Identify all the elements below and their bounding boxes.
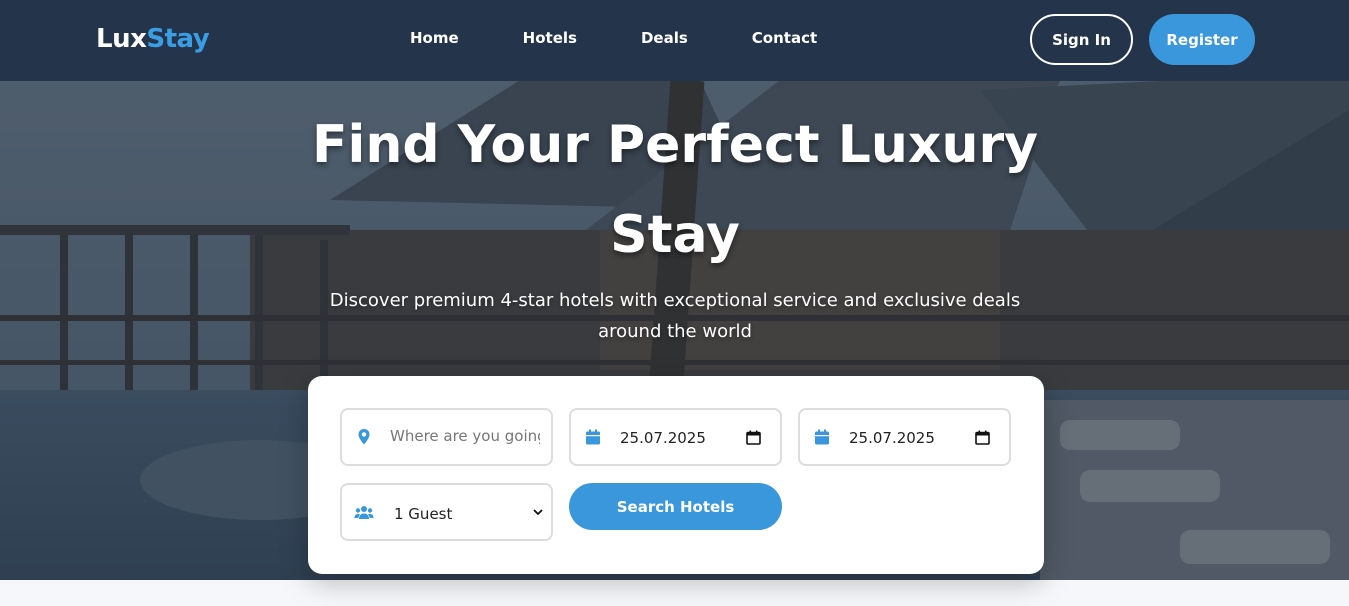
page-content-start: [0, 580, 1349, 606]
checkin-date-value: 25.07.2025: [620, 429, 706, 447]
destination-input[interactable]: [390, 427, 540, 445]
nav-link-hotels[interactable]: Hotels: [523, 29, 577, 47]
hero-subtitle: Discover premium 4-star hotels with exce…: [329, 290, 1021, 342]
hero-title: Find Your Perfect Luxury Stay: [311, 115, 1039, 265]
top-navbar: LuxStay Home Hotels Deals Contact Sign I…: [0, 0, 1349, 81]
main-nav: Home Hotels Deals Contact: [410, 29, 817, 47]
checkin-date-field[interactable]: 25.07.2025: [569, 408, 782, 466]
calendar-icon: [815, 429, 829, 445]
brand-name-part2: Stay: [146, 24, 210, 54]
checkout-date-field[interactable]: 25.07.2025: [798, 408, 1011, 466]
calendar-icon: [586, 429, 600, 445]
map-marker-icon: [358, 429, 370, 445]
date-picker-icon[interactable]: [746, 430, 761, 445]
sign-in-button[interactable]: Sign In: [1030, 14, 1133, 65]
checkout-date-value: 25.07.2025: [849, 429, 935, 447]
nav-link-deals[interactable]: Deals: [641, 29, 688, 47]
nav-link-contact[interactable]: Contact: [752, 29, 817, 47]
chevron-down-icon: [533, 509, 543, 516]
users-icon: [354, 506, 374, 519]
destination-field[interactable]: [340, 408, 553, 466]
guests-selected-value: 1 Guest: [394, 505, 453, 523]
search-hotels-button[interactable]: Search Hotels: [569, 483, 782, 530]
brand-logo[interactable]: LuxStay: [96, 24, 210, 54]
guests-select[interactable]: 1 Guest: [340, 483, 553, 541]
date-picker-icon[interactable]: [975, 430, 990, 445]
nav-link-home[interactable]: Home: [410, 29, 459, 47]
register-button[interactable]: Register: [1149, 14, 1255, 65]
search-form: 25.07.2025 25.07.2025: [308, 376, 1044, 574]
brand-name-part1: Lux: [96, 24, 147, 54]
